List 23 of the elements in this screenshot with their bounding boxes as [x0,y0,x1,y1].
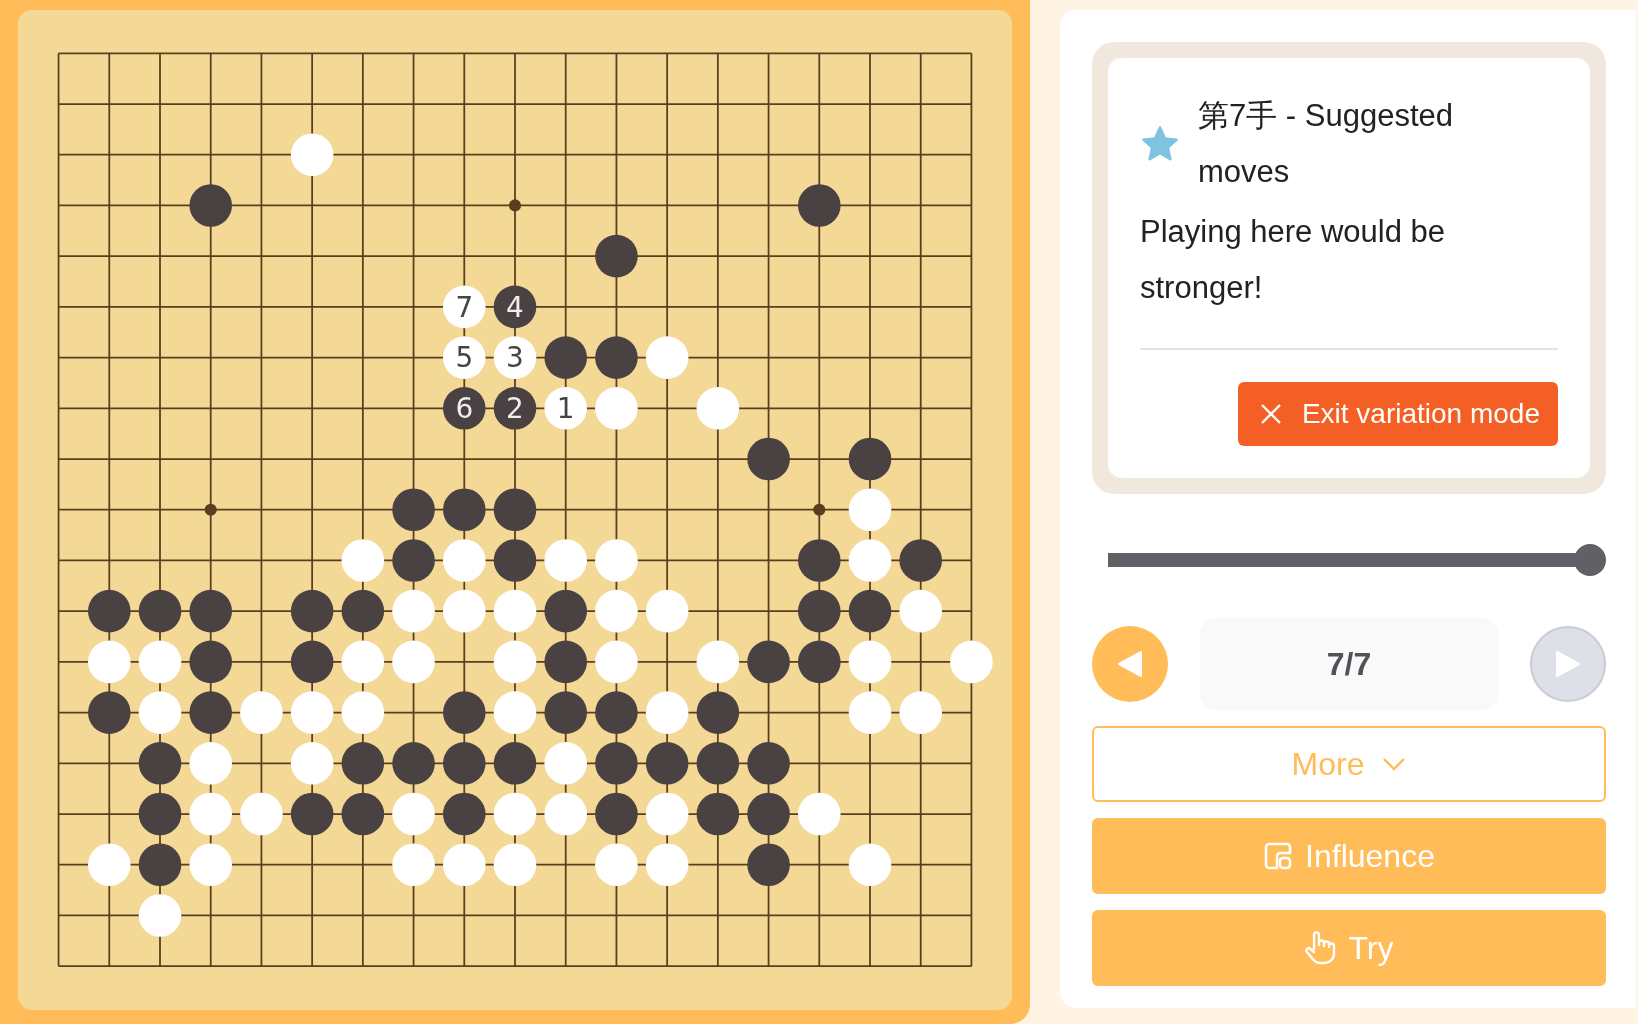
hint-message: Playing here would be stronger! [1140,213,1447,307]
close-icon [1259,403,1282,425]
chevron-down-icon [1382,757,1407,771]
go-board[interactable]: 7 4 5 3 6 2 1 [18,10,1012,1010]
exit-variation-button[interactable]: Exit variation mode [1237,382,1558,446]
move-counter: 7/7 [1200,618,1498,710]
influence-button[interactable]: Influence [1092,818,1606,894]
move-number: 4 [506,290,524,324]
move-number: 6 [455,392,474,426]
right-triangle-icon [1553,649,1583,679]
left-triangle-icon [1115,649,1145,679]
move-number: 2 [506,392,524,426]
move-number: 7 [455,290,474,324]
layout-icon [1263,841,1294,871]
pointing-hand-icon [1304,931,1337,965]
hint-title: 第7手 - Suggested moves [1198,97,1455,191]
more-button[interactable]: More [1092,726,1606,802]
move-number: 5 [455,341,474,375]
slider-thumb[interactable] [1574,544,1606,576]
move-number: 3 [506,341,524,375]
star-icon [1140,125,1180,163]
move-number: 1 [556,392,575,426]
try-button[interactable]: Try [1092,910,1606,986]
